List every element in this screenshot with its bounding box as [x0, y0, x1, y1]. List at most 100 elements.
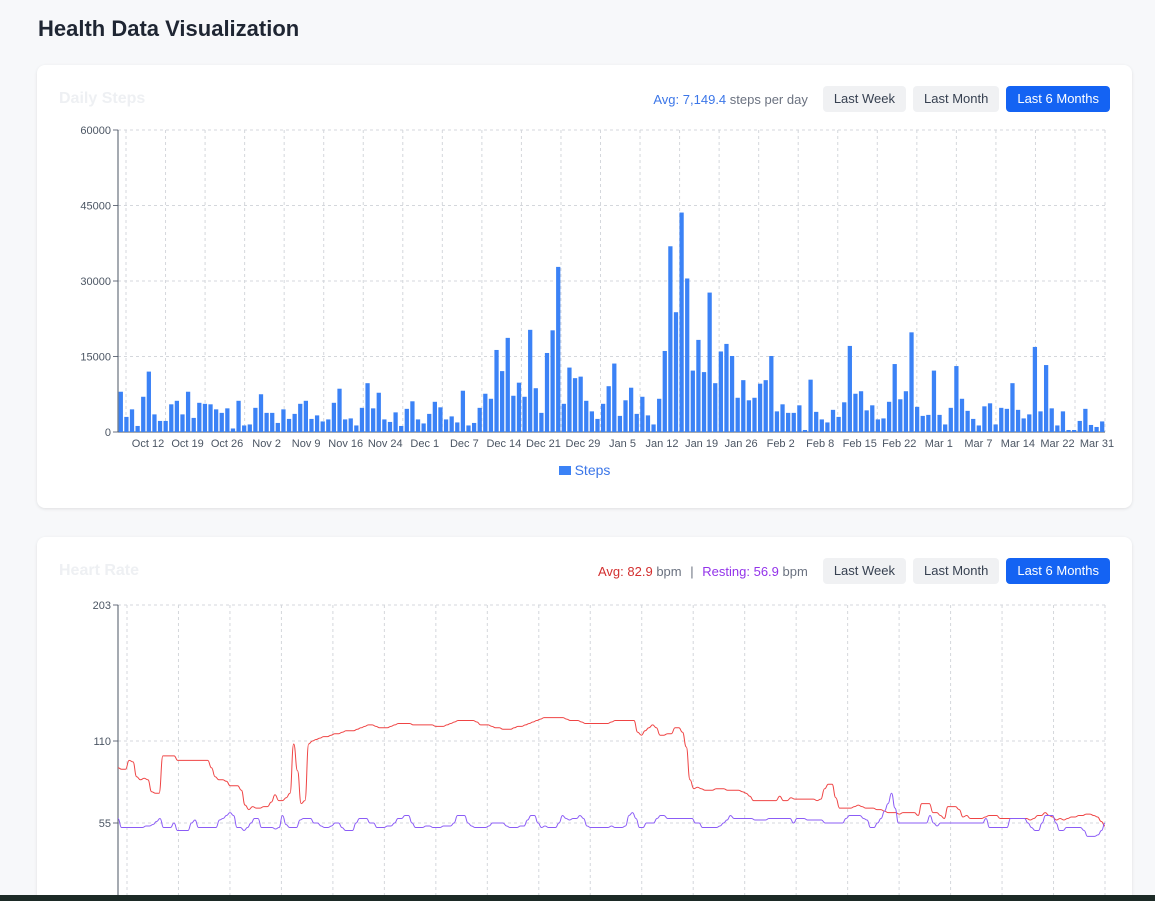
steps-bar	[174, 400, 180, 432]
heart-rate-chart: 55 110 203	[93, 600, 1106, 901]
steps-bar	[561, 403, 566, 432]
steps-bar	[320, 421, 325, 432]
steps-bar	[342, 419, 348, 432]
steps-bar	[494, 349, 499, 432]
x-tick-label: Feb 22	[882, 438, 916, 450]
steps-bar	[387, 421, 393, 432]
steps-bar	[460, 390, 466, 432]
steps-bar	[752, 397, 757, 432]
steps-bar	[421, 423, 426, 432]
x-tick-label: Nov 9	[292, 438, 321, 450]
steps-bar	[769, 355, 774, 432]
steps-bar	[1088, 424, 1094, 432]
steps-bar	[830, 409, 836, 432]
steps-bar	[225, 408, 230, 432]
steps-bar	[264, 412, 269, 432]
x-tick-label: Mar 22	[1040, 438, 1074, 450]
steps-bar	[954, 366, 959, 432]
steps-bar	[718, 351, 723, 432]
steps-legend[interactable]: Steps	[37, 462, 1132, 478]
steps-bar	[1094, 426, 1099, 432]
steps-bar	[129, 409, 135, 432]
steps-bar	[326, 419, 331, 432]
steps-bar	[550, 330, 555, 432]
steps-bar	[606, 386, 611, 432]
steps-bar	[600, 403, 606, 432]
steps-bar	[124, 416, 129, 432]
steps-bar	[701, 372, 707, 432]
steps-bar	[393, 412, 398, 432]
steps-bar	[847, 345, 852, 432]
x-tick-label: Oct 26	[211, 438, 243, 450]
x-tick-label: Dec 14	[486, 438, 521, 450]
steps-bar	[853, 393, 858, 432]
x-tick-label: Dec 29	[566, 438, 601, 450]
steps-bar	[533, 388, 538, 432]
y-tick-label: 203	[93, 600, 111, 612]
steps-bar	[1100, 421, 1105, 432]
steps-bar	[713, 383, 718, 432]
x-tick-label: Mar 1	[925, 438, 953, 450]
steps-bar	[898, 399, 903, 432]
x-tick-label: Dec 1	[410, 438, 439, 450]
steps-bar	[595, 418, 600, 432]
steps-bar	[993, 424, 998, 432]
steps-bar	[449, 416, 454, 432]
steps-bar	[931, 370, 937, 432]
steps-bar	[528, 329, 533, 432]
steps-bar	[1038, 411, 1043, 432]
steps-bar	[791, 412, 796, 432]
steps-bar	[505, 337, 510, 432]
steps-bar	[169, 404, 174, 432]
steps-bar	[763, 380, 768, 432]
x-tick-label: Feb 15	[843, 438, 877, 450]
x-tick-label: Jan 12	[646, 438, 679, 450]
steps-bar	[685, 278, 690, 432]
steps-bar	[1077, 420, 1082, 432]
x-tick-label: Feb 8	[806, 438, 834, 450]
steps-bar	[881, 418, 886, 432]
steps-bar	[645, 415, 651, 432]
steps-bar	[286, 418, 292, 432]
x-tick-label: Jan 19	[685, 438, 718, 450]
steps-bar	[987, 403, 993, 432]
steps-bar	[471, 422, 477, 432]
y-tick-label: 55	[99, 818, 111, 830]
steps-bar	[544, 352, 550, 432]
steps-bar	[741, 380, 746, 432]
steps-bar	[757, 383, 763, 432]
steps-bar	[858, 391, 864, 432]
y-tick-label: 30000	[80, 276, 111, 288]
x-tick-label: Nov 2	[252, 438, 281, 450]
steps-bar	[253, 407, 258, 432]
steps-bar	[247, 424, 252, 432]
steps-bar	[679, 212, 684, 432]
steps-bar	[337, 388, 342, 432]
steps-bar	[662, 350, 667, 432]
steps-bar	[185, 391, 191, 432]
steps-bar	[1004, 408, 1009, 432]
steps-bar	[915, 406, 920, 432]
steps-bar	[152, 414, 157, 432]
x-tick-label: Nov 24	[368, 438, 403, 450]
heart-rate-card: Heart Rate Avg: 82.9 bpm | Resting: 56.9…	[37, 537, 1132, 901]
steps-bar	[281, 409, 286, 432]
steps-bar	[780, 404, 785, 432]
steps-card: Daily Steps Avg: 7,149.4 steps per day L…	[37, 65, 1132, 508]
steps-bar	[180, 414, 185, 432]
hr-avg-line	[117, 717, 1106, 827]
x-tick-label: Dec 7	[450, 438, 479, 450]
steps-bar	[673, 312, 679, 432]
steps-bar	[584, 400, 589, 432]
steps-bar	[214, 409, 219, 432]
steps-bar	[836, 416, 841, 432]
steps-bar	[443, 419, 449, 432]
x-tick-label: Mar 31	[1080, 438, 1114, 450]
steps-bar	[1066, 429, 1071, 432]
x-tick-label: Dec 21	[526, 438, 561, 450]
x-tick-label: Jan 26	[725, 438, 758, 450]
steps-bar	[623, 400, 628, 432]
steps-bar	[965, 410, 970, 432]
steps-bar	[236, 400, 241, 432]
steps-bar	[477, 407, 482, 432]
